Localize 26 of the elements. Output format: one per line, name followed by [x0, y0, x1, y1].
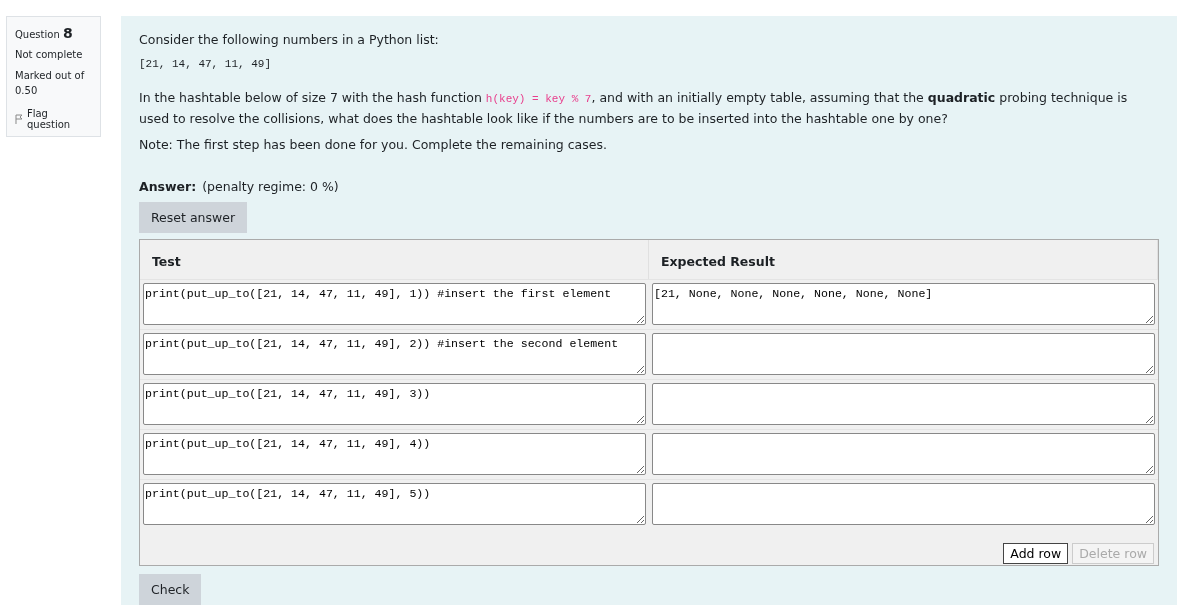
test-field[interactable]: print(put_up_to([21, 14, 47, 11, 49], 5)) [143, 482, 646, 525]
question-number: Question 8 [15, 25, 74, 41]
check-button[interactable]: Check [139, 573, 202, 605]
test-field[interactable]: print(put_up_to([21, 14, 47, 11, 49], 2)) #insert the second element [143, 332, 646, 375]
test-field[interactable]: print(put_up_to([21, 14, 47, 11, 49], 3)) [143, 382, 646, 425]
answer-label: Answer: [139, 178, 197, 194]
penalty-regime: (penalty regime: 0 %) [202, 178, 339, 194]
marked-out-of: Marked out of 0.50 [15, 69, 86, 98]
question-note: Note: The first step has been done for you. Complete the remaining cases. [139, 135, 607, 154]
reset-answer-button[interactable]: Reset answer [139, 201, 248, 233]
column-header: Expected Result [649, 239, 1158, 279]
test-field[interactable]: print(put_up_to([21, 14, 47, 11, 49], 1)) #insert the first element [143, 282, 646, 325]
expected-result-field[interactable] [652, 482, 1155, 525]
expected-result-field[interactable]: [21, None, None, None, None, None, None] [652, 282, 1155, 325]
question-intro: Consider the following numbers in a Python list: [139, 31, 439, 49]
question-text: In the hashtable below of size 7 with the hash function h(key) = key % 7, and with an initially empty table, assuming that the quadratic probing technique is used to resolve the collisions, what does the hashtable look like if the numbers are to be inserted into the hashtable one by one? [139, 89, 1129, 128]
expected-result-field[interactable] [652, 382, 1155, 425]
number-list-code: [21, 14, 47, 11, 49] [139, 58, 272, 70]
flag-question-link[interactable]: Flag question [15, 108, 94, 130]
expected-result-field[interactable] [652, 332, 1155, 375]
add-row-button[interactable]: Add row [1003, 542, 1069, 564]
expected-result-field[interactable] [652, 432, 1155, 475]
test-field[interactable]: print(put_up_to([21, 14, 47, 11, 49], 4)) [143, 432, 646, 475]
flag-icon [15, 114, 23, 124]
question-status: Not complete [15, 48, 84, 62]
column-header: Test [140, 239, 649, 279]
